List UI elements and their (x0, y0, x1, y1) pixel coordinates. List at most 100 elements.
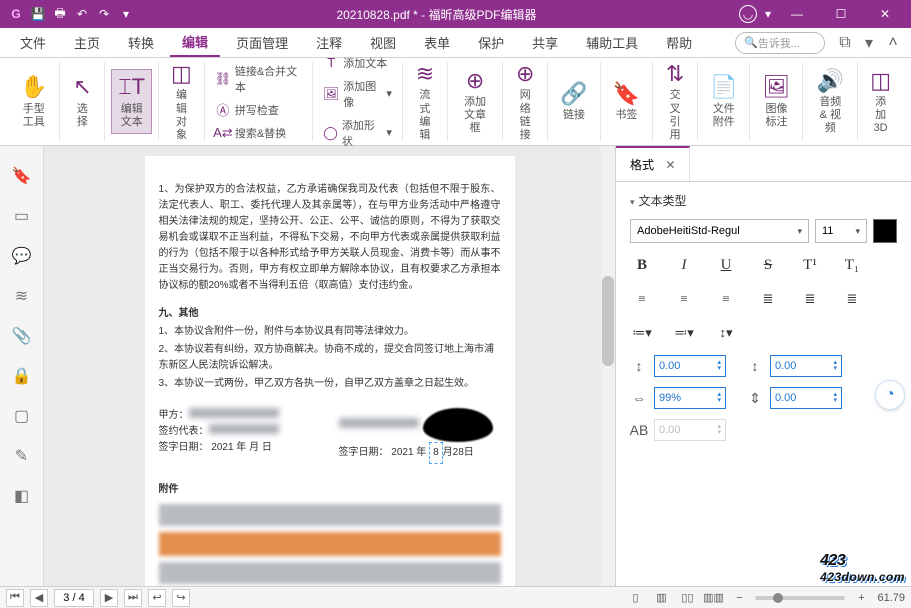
qa-dropdown-icon[interactable]: ▾ (118, 6, 134, 22)
format-tab[interactable]: 格式 ✕ (616, 146, 690, 181)
close-button[interactable]: ✕ (867, 0, 903, 28)
edit-object-button[interactable]: ◫ 编辑 对象 (165, 57, 198, 146)
font-family-combo[interactable]: AdobeHeitiStd-Regul▾ (630, 219, 809, 243)
undo-icon[interactable]: ↶ (74, 6, 90, 22)
horizontal-scale-control[interactable]: ⇔99%▴▾ (630, 387, 726, 409)
align-distribute-button[interactable]: ≣ (840, 287, 864, 311)
bookmarks-panel-icon[interactable]: 🔖 (12, 166, 32, 186)
page-number-input[interactable] (54, 589, 94, 607)
hand-tool-button[interactable]: ✋ 手型 工具 (14, 70, 53, 133)
subscript-button[interactable]: T₁ (840, 253, 864, 277)
char-spacing-control[interactable]: ↕0.00▴▾ (630, 355, 726, 377)
link-merge-text-button[interactable]: ⛓链接&合并文本 (211, 61, 306, 97)
menu-home[interactable]: 主页 (62, 29, 112, 56)
ribbon-dropdown-icon[interactable]: ▾ (859, 33, 879, 53)
pdf-page[interactable]: 1、为保护双方的合法权益，乙方承诺确保我司及代表（包括但不限于股东、法定代表人、… (145, 156, 515, 586)
first-page-button[interactable]: ⏮ (6, 589, 24, 607)
security-panel-icon[interactable]: 🔒 (12, 366, 32, 386)
back-view-button[interactable]: ↩ (148, 589, 166, 607)
menu-accessibility[interactable]: 辅助工具 (574, 29, 650, 56)
select-tool-button[interactable]: ↖ 选择 (66, 70, 98, 133)
font-size-combo[interactable]: 11▾ (815, 219, 867, 243)
cross-ref-button[interactable]: ⇅交叉 引用 (659, 57, 691, 146)
text-type-section-title[interactable]: 文本类型 (630, 192, 897, 209)
doc-text[interactable]: 3、本协议一式两份，甲乙双方各执一份，自甲乙双方盖章之日起生效。 (159, 376, 501, 392)
doc-text[interactable]: 2、本协议若有纠纷，双方协商解决。协商不成的，提交合同签订地上海市浦东新区人民法… (159, 342, 501, 374)
file-attach-button[interactable]: 📄文件 附件 (704, 70, 743, 133)
ribbon-collapse-icon[interactable]: ˄ (883, 33, 903, 53)
app-logo-icon[interactable]: G (8, 6, 24, 22)
line-spacing-control[interactable]: ↕0.00▴▾ (746, 355, 842, 377)
prev-page-button[interactable]: ◀ (30, 589, 48, 607)
align-justify-button[interactable]: ≣ (756, 287, 780, 311)
menu-page-manage[interactable]: 页面管理 (224, 29, 300, 56)
audio-video-button[interactable]: 🔊音频 & 视频 (809, 64, 851, 140)
zoom-out-button[interactable]: − (729, 589, 749, 607)
add-image-button[interactable]: 🖼添加图像 ▾ (319, 76, 396, 112)
bookmark-button[interactable]: 🔖书签 (607, 77, 646, 127)
doc-text[interactable]: 1、本协议含附件一份，附件与本协议具有同等法律效力。 (159, 324, 501, 340)
doc-text[interactable]: 附件 (159, 482, 501, 498)
attachments-panel-icon[interactable]: 📎 (12, 326, 32, 346)
tags-panel-icon[interactable]: ◧ (12, 486, 32, 506)
image-annot-button[interactable]: 🖼图像 标注 (756, 70, 796, 133)
underline-button[interactable]: U (714, 253, 738, 277)
vertical-scrollbar[interactable] (601, 146, 615, 586)
bullet-list-button[interactable]: ≔▾ (630, 321, 654, 345)
last-page-button[interactable]: ⏭ (124, 589, 142, 607)
baseline-shift-control[interactable]: ⇕0.00▴▾ (746, 387, 842, 409)
edit-text-button[interactable]: ⌶T 编辑 文本 (111, 69, 152, 134)
strikethrough-button[interactable]: S (756, 253, 780, 277)
continuous-facing-view-button[interactable]: ▥▥ (703, 589, 723, 607)
align-left-button[interactable]: ≡ (630, 287, 654, 311)
comments-panel-icon[interactable]: 💬 (12, 246, 32, 266)
user-dropdown-icon[interactable]: ▾ (765, 7, 771, 21)
spell-check-button[interactable]: Ⓐ拼写检查 (211, 100, 306, 120)
user-icon[interactable]: ◡ (739, 5, 757, 23)
search-replace-button[interactable]: A⇄搜索&替换 (211, 123, 306, 143)
align-justify-last-button[interactable]: ≣ (798, 287, 822, 311)
number-list-button[interactable]: ≕▾ (672, 321, 696, 345)
redo-icon[interactable]: ↷ (96, 6, 112, 22)
next-page-button[interactable]: ▶ (100, 589, 118, 607)
add-article-button[interactable]: ⊕添加 文章框 (454, 64, 496, 140)
help-bubble[interactable]: ◔ (875, 380, 905, 410)
zoom-in-button[interactable]: + (851, 589, 871, 607)
italic-button[interactable]: I (672, 253, 696, 277)
line-spacing-button[interactable]: ↕▾ (714, 321, 738, 345)
print-icon[interactable]: 🖶 (52, 6, 68, 22)
superscript-button[interactable]: T¹ (798, 253, 822, 277)
single-page-view-button[interactable]: ▯ (625, 589, 645, 607)
forward-view-button[interactable]: ↪ (172, 589, 190, 607)
save-icon[interactable]: 💾 (30, 6, 46, 22)
ribbon-options-icon[interactable]: ⧉ (835, 33, 855, 53)
pages-panel-icon[interactable]: ▭ (12, 206, 32, 226)
doc-text[interactable]: 1、为保护双方的合法权益，乙方承诺确保我司及代表（包括但不限于股东、法定代表人、… (159, 182, 501, 294)
bold-button[interactable]: B (630, 253, 654, 277)
menu-file[interactable]: 文件 (8, 29, 58, 56)
align-center-button[interactable]: ≡ (672, 287, 696, 311)
zoom-slider-knob[interactable] (773, 593, 783, 603)
zoom-slider[interactable] (755, 596, 845, 600)
menu-form[interactable]: 表单 (412, 29, 462, 56)
flow-edit-button[interactable]: ≋流式 编辑 (409, 57, 441, 146)
maximize-button[interactable]: ☐ (823, 0, 859, 28)
fields-panel-icon[interactable]: ▢ (12, 406, 32, 426)
link-button[interactable]: 🔗链接 (554, 77, 593, 127)
align-right-button[interactable]: ≡ (714, 287, 738, 311)
menu-help[interactable]: 帮助 (654, 29, 704, 56)
menu-share[interactable]: 共享 (520, 29, 570, 56)
continuous-view-button[interactable]: ▥ (651, 589, 671, 607)
menu-edit[interactable]: 编辑 (170, 28, 220, 57)
add-3d-button[interactable]: ◫添加 3D (864, 64, 897, 140)
web-link-button[interactable]: ⊕网络 链接 (509, 57, 541, 146)
close-panel-icon[interactable]: ✕ (665, 158, 675, 172)
facing-view-button[interactable]: ▯▯ (677, 589, 697, 607)
add-text-button[interactable]: T添加文本 (319, 53, 396, 73)
font-color-swatch[interactable] (873, 219, 897, 243)
menu-protect[interactable]: 保护 (466, 29, 516, 56)
doc-text[interactable]: 九、其他 (159, 306, 501, 322)
layers-panel-icon[interactable]: ≋ (12, 286, 32, 306)
scrollbar-thumb[interactable] (602, 276, 614, 366)
tell-me-search[interactable]: 🔍 告诉我... (735, 32, 825, 54)
